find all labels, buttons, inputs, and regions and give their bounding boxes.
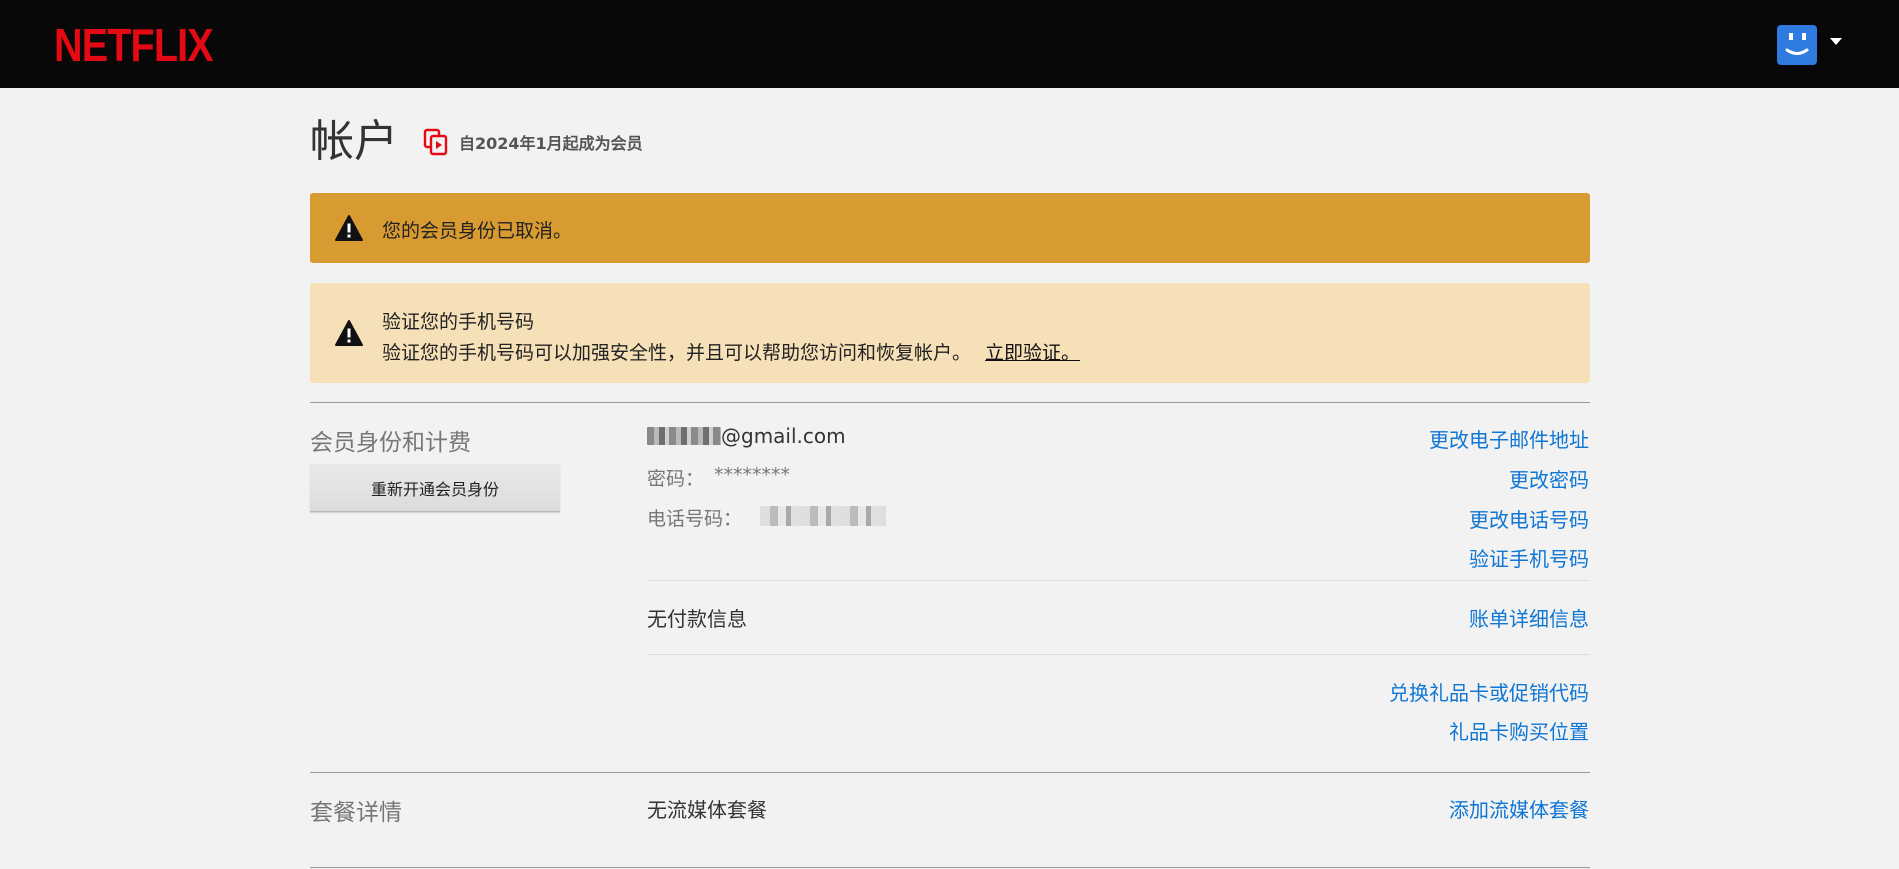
netflix-logo[interactable]: NETFLIX: [54, 22, 214, 68]
restart-membership-button[interactable]: 重新开通会员身份: [310, 464, 560, 512]
caret-down-icon[interactable]: [1830, 38, 1842, 45]
change-password-link[interactable]: 更改密码: [1509, 464, 1589, 493]
profile-avatar[interactable]: [1777, 25, 1817, 65]
smiley-face-icon: [1785, 33, 1809, 55]
gift-card-locations-link[interactable]: 礼品卡购买位置: [1449, 716, 1589, 745]
row-divider: [647, 654, 1590, 655]
email-value: @gmail.com: [721, 424, 846, 448]
membership-card-icon: [423, 128, 448, 156]
change-phone-link[interactable]: 更改电话号码: [1469, 504, 1589, 533]
page-title: 帐户: [310, 116, 398, 167]
add-streaming-plan-link[interactable]: 添加流媒体套餐: [1449, 794, 1589, 823]
verify-phone-alert: 验证您的手机号码 验证您的手机号码可以加强安全性，并且可以帮助您访问和恢复帐户。…: [310, 283, 1590, 383]
section-divider: [310, 402, 1590, 403]
row-divider: [647, 580, 1590, 581]
redacted-phone-number: [760, 506, 886, 526]
verify-phone-link[interactable]: 验证手机号码: [1469, 543, 1589, 572]
phone-label: 电话号码：: [647, 508, 743, 530]
verify-alert-body-text: 验证您的手机号码可以加强安全性，并且可以帮助您访问和恢复帐户。: [382, 342, 972, 364]
plan-value: 无流媒体套餐: [647, 798, 767, 822]
member-since-text: 自2024年1月起成为会员: [459, 134, 643, 153]
warning-triangle-icon: [335, 320, 363, 346]
verify-alert-body: 验证您的手机号码可以加强安全性，并且可以帮助您访问和恢复帐户。 立即验证。: [382, 338, 1080, 365]
membership-section-title: 会员身份和计费: [310, 430, 471, 456]
password-label: 密码：: [647, 468, 705, 490]
verify-now-link[interactable]: 立即验证。: [985, 342, 1080, 364]
cancelled-alert: 您的会员身份已取消。: [310, 193, 1590, 263]
redeem-gift-card-link[interactable]: 兑换礼品卡或促销代码: [1389, 677, 1589, 706]
verify-alert-title: 验证您的手机号码: [382, 311, 535, 333]
payment-info-text: 无付款信息: [647, 607, 747, 631]
change-email-link[interactable]: 更改电子邮件地址: [1429, 424, 1589, 453]
billing-details-link[interactable]: 账单详细信息: [1469, 603, 1589, 632]
cancelled-alert-text: 您的会员身份已取消。: [382, 220, 573, 242]
warning-triangle-icon: [335, 215, 363, 241]
plan-section-title: 套餐详情: [310, 800, 402, 826]
redacted-email-prefix: [647, 427, 721, 445]
email-row: @gmail.com: [647, 424, 846, 448]
section-divider: [310, 867, 1590, 868]
section-divider: [310, 772, 1590, 773]
top-navigation-bar: NETFLIX: [0, 0, 1899, 88]
member-since-badge: 自2024年1月起成为会员: [423, 128, 643, 156]
password-value: ********: [714, 464, 790, 486]
